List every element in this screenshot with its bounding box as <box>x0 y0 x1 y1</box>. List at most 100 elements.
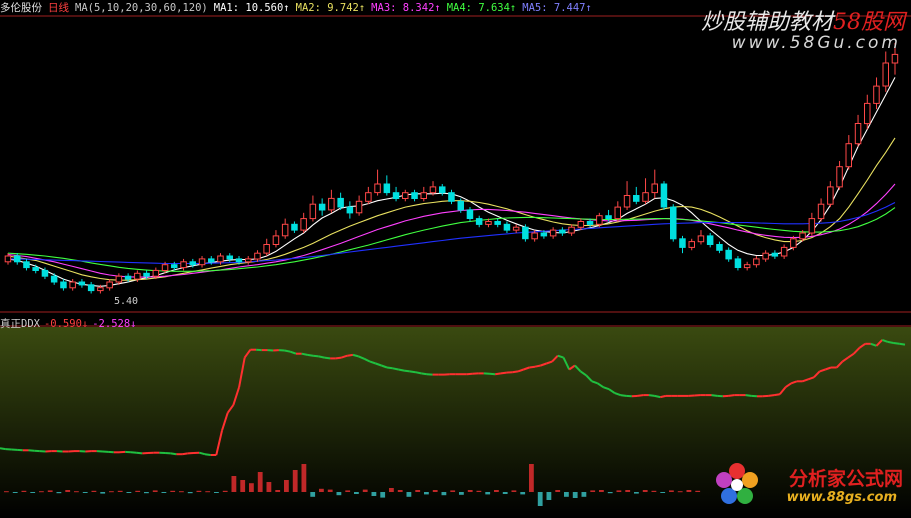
ddx-bar <box>642 490 648 492</box>
candle-body <box>596 215 603 225</box>
ddx-bar <box>144 492 149 494</box>
candle-body <box>14 255 21 263</box>
ddx-bar <box>432 490 438 492</box>
ddx-bar <box>354 492 359 494</box>
ddx-bar <box>529 464 534 492</box>
ddx-bar <box>555 490 561 492</box>
candle-body <box>337 197 344 208</box>
ddx-bar <box>677 491 683 493</box>
candle-body <box>124 275 132 280</box>
ddx-bar <box>327 489 333 492</box>
candle-body <box>494 221 501 225</box>
ddx-segment <box>204 453 211 456</box>
ddx-bar <box>380 492 386 498</box>
candle-body <box>743 264 751 269</box>
ddx-segment <box>899 342 906 346</box>
ddx-segment <box>711 394 718 397</box>
candle-body <box>180 261 187 269</box>
candle-body <box>161 264 169 272</box>
candle-body <box>623 195 631 208</box>
ddx-bar <box>459 492 464 495</box>
candle-body <box>651 183 658 194</box>
candle-body <box>4 255 12 263</box>
ddx-bar <box>450 490 456 492</box>
ddx-segment <box>637 394 644 397</box>
ddx-bar <box>65 490 71 492</box>
candle-body <box>642 192 649 202</box>
candle-body <box>263 244 270 254</box>
candle-body <box>346 206 354 214</box>
ddx-bar <box>109 491 114 493</box>
candle-body <box>143 272 150 277</box>
candle-body <box>457 200 464 211</box>
candle-body <box>134 272 141 280</box>
ddx-bar <box>205 491 211 493</box>
ddx-segment <box>398 368 405 372</box>
ddx-segment <box>392 367 399 371</box>
ddx-bar <box>231 476 237 492</box>
ddx-bar <box>520 492 526 495</box>
ddx-bar <box>424 492 429 495</box>
candle-body <box>78 281 86 286</box>
ddx-segment <box>136 451 143 455</box>
candle-body <box>106 281 113 289</box>
ddx-segment <box>312 354 319 358</box>
candle-body <box>734 258 742 268</box>
ddx-bar <box>695 490 701 492</box>
ddx-bar <box>625 490 631 492</box>
candle-body <box>873 85 880 104</box>
ddx-segment <box>648 394 655 397</box>
ddx-segment <box>768 394 775 397</box>
ddx-bar <box>82 492 88 493</box>
candle-body <box>254 252 261 260</box>
ddx-bar <box>406 492 412 497</box>
ddx-segment <box>893 342 900 345</box>
candle-body <box>402 192 409 199</box>
ddx-header: 真正DDX -0.590↓ -2.528↓ <box>0 317 141 331</box>
candle-body <box>189 261 196 266</box>
ddx-bar <box>196 490 202 492</box>
ddx-bar <box>581 492 587 497</box>
candle-body <box>466 209 474 219</box>
ddx-segment <box>0 447 6 451</box>
ddx-segment <box>654 394 661 399</box>
ddx-bar <box>599 490 604 492</box>
ddx-bar <box>126 492 132 493</box>
ddx-bar <box>537 492 543 506</box>
ddx-bar <box>161 492 167 493</box>
ddx-bar <box>100 492 106 494</box>
candle-body <box>586 221 594 225</box>
ddx-segment <box>347 353 354 357</box>
main-chart-header: 多伦股份 日线 MA(5,10,20,30,60,120) MA1: 10.560↑ M… <box>0 0 598 16</box>
ddx-segment <box>512 370 519 374</box>
candle-body <box>836 166 843 188</box>
ddx-bar <box>669 490 674 492</box>
candle-body <box>429 186 437 194</box>
ddx-segment <box>660 394 667 399</box>
candle-body <box>272 235 280 245</box>
period-label[interactable]: 日线 <box>48 2 69 14</box>
ddx-bar <box>336 492 342 496</box>
candle-body <box>439 186 446 194</box>
ddx-bar <box>371 492 377 496</box>
ddx-bar <box>187 492 193 494</box>
candle-body <box>762 252 769 260</box>
candle-body <box>522 226 529 240</box>
candle-body <box>614 206 621 220</box>
ddx-panel-background <box>0 327 911 518</box>
candle-body <box>882 62 889 87</box>
ddx-bar <box>47 490 53 492</box>
ddx-bar <box>21 490 27 492</box>
ddx-bar <box>362 489 368 492</box>
candle-body <box>854 123 862 145</box>
candle-body <box>392 192 400 199</box>
ddx-bar <box>30 492 36 493</box>
ddx-bar <box>152 490 158 492</box>
candle-body <box>827 186 834 205</box>
ddx-bar <box>266 482 272 492</box>
candle-body <box>365 192 372 202</box>
ddx-segment <box>620 394 627 397</box>
ddx-segment <box>409 370 416 374</box>
candle-body <box>679 238 686 248</box>
ddx-bar <box>494 490 499 492</box>
